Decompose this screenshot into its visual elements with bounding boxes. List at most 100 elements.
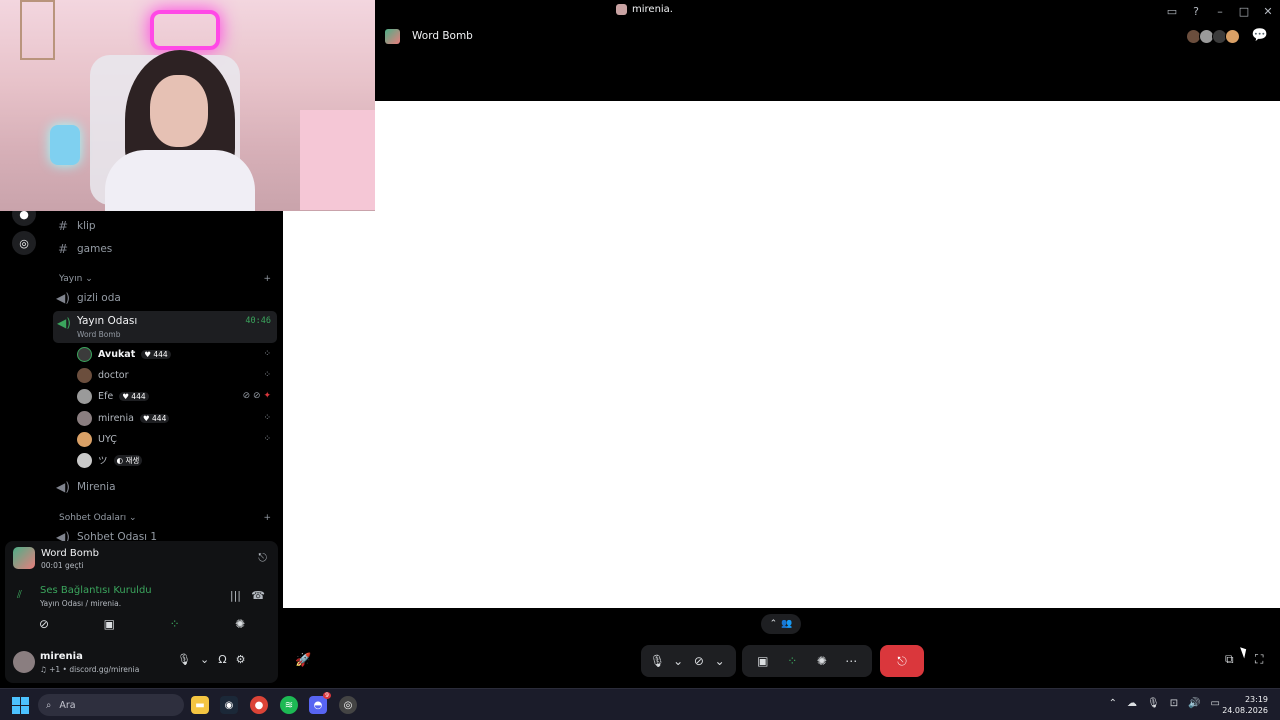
voice-status-text: Ses Bağlantısı Kuruldu bbox=[40, 585, 152, 596]
speaker-icon: ◀) bbox=[56, 480, 70, 494]
file-explorer-icon[interactable]: ▬ bbox=[191, 696, 209, 714]
user-name[interactable]: mirenia bbox=[40, 651, 83, 662]
voice-panel: Word Bomb 00:01 geçti ⎋ ⫽ Ses Bağlantısı… bbox=[5, 541, 278, 683]
hash-icon: # bbox=[57, 242, 69, 256]
activity-icon[interactable]: ⁘ bbox=[158, 613, 192, 635]
voice-channel-sohbet-1[interactable]: ◀) Sohbet Odası 1 bbox=[54, 526, 276, 541]
leave-activity-icon[interactable]: ⎋ bbox=[258, 551, 267, 565]
voice-member[interactable]: Efe ♥ 444 ⊘ ⊘ ✦ bbox=[77, 386, 273, 406]
voice-channel-gizli[interactable]: ◀) gizli oda bbox=[54, 287, 276, 309]
activity-frame[interactable] bbox=[283, 101, 1280, 608]
more-icon[interactable]: ⋯ bbox=[838, 654, 864, 668]
minimize-icon[interactable]: – bbox=[1208, 0, 1232, 22]
chevron-down-icon[interactable]: ⌄ bbox=[200, 653, 209, 666]
chevron-down-icon: ⌄ bbox=[85, 274, 93, 284]
add-channel-icon[interactable]: + bbox=[263, 513, 271, 523]
chevron-down-icon[interactable]: ⌄ bbox=[709, 654, 730, 668]
close-icon[interactable]: ✕ bbox=[1256, 0, 1280, 22]
microphone-icon[interactable]: 🎙 bbox=[647, 654, 668, 668]
activity-icon: ⁘ bbox=[263, 349, 271, 359]
window-title: mirenia. bbox=[616, 4, 673, 15]
fullscreen-icon[interactable]: ⛶ bbox=[1255, 652, 1263, 667]
wall-frame bbox=[20, 0, 55, 60]
voice-member[interactable]: mirenia ♥ 444 ⁘ bbox=[77, 408, 273, 428]
voice-member[interactable]: UYÇ ⁘ bbox=[77, 429, 273, 449]
app-icon[interactable]: ◎ bbox=[339, 696, 357, 714]
screen-share-icon[interactable]: ▣ bbox=[92, 613, 126, 635]
chat-bubble-icon[interactable]: 💬 bbox=[1252, 28, 1268, 43]
microphone-icon[interactable]: 🎙 bbox=[177, 653, 191, 666]
discord-window: mirenia. ▭ ? – □ ✕ ● ◎ # klip # games Ya… bbox=[0, 0, 1280, 720]
category-label: Sohbet Odaları bbox=[59, 513, 127, 523]
settings-gear-icon[interactable]: ⚙ bbox=[236, 653, 246, 666]
bed bbox=[300, 110, 375, 210]
rocket-icon[interactable]: 🚀 bbox=[295, 653, 311, 668]
leave-call-button[interactable]: ⎋ bbox=[880, 645, 924, 677]
popout-icon[interactable]: ⧉ bbox=[1225, 652, 1234, 667]
neon-sign bbox=[150, 10, 220, 50]
voice-channel-active[interactable]: ◀) Yayın Odası Word Bomb 40:46 bbox=[53, 311, 277, 343]
channel-activity: Word Bomb bbox=[77, 330, 121, 339]
channel-games[interactable]: # games bbox=[54, 238, 276, 260]
soundboard-icon[interactable]: ✺ bbox=[809, 654, 835, 668]
avatar bbox=[77, 410, 92, 426]
avatar bbox=[77, 346, 92, 362]
screen-share-icon[interactable]: ▣ bbox=[750, 654, 776, 668]
voice-location[interactable]: Yayın Odası / mirenia. bbox=[40, 599, 121, 608]
category-yayin[interactable]: Yayın ⌄ + bbox=[59, 274, 271, 284]
channel-list: # klip # games Yayın ⌄ + ◀) gizli oda ◀)… bbox=[48, 211, 283, 541]
maximize-icon[interactable]: □ bbox=[1232, 0, 1256, 22]
help-icon[interactable]: ? bbox=[1184, 0, 1208, 22]
speaker-icon: ◀) bbox=[56, 291, 70, 305]
channel-timer: 40:46 bbox=[245, 316, 271, 326]
chevron-down-icon: ⌄ bbox=[128, 513, 137, 523]
avatar bbox=[1225, 29, 1240, 44]
chevron-down-icon[interactable]: ⌄ bbox=[668, 654, 689, 668]
voice-member[interactable]: ツ ◐ 재생 bbox=[77, 450, 273, 470]
participant-avatars[interactable] bbox=[1186, 29, 1240, 44]
avatar bbox=[77, 388, 92, 404]
inbox-icon[interactable]: ▭ bbox=[1160, 0, 1184, 22]
avatar[interactable] bbox=[13, 651, 35, 673]
channel-label: Mirenia bbox=[77, 481, 116, 493]
taskbar-search[interactable]: ⌕ Ara bbox=[38, 694, 184, 716]
voice-channel-mirenia[interactable]: ◀) Mirenia bbox=[54, 476, 276, 498]
noise-suppression-icon[interactable]: ||| bbox=[230, 589, 241, 602]
steam-icon[interactable]: ◉ bbox=[220, 696, 238, 714]
camera-off-icon[interactable]: ⊘ bbox=[27, 613, 61, 635]
network-icon[interactable]: ⊡ bbox=[1170, 698, 1178, 709]
voice-member[interactable]: doctor ⁘ bbox=[77, 365, 273, 385]
voice-connection: ⫽ Ses Bağlantısı Kuruldu Yayın Odası / m… bbox=[13, 583, 271, 613]
word-bomb-icon bbox=[13, 547, 35, 569]
start-button[interactable] bbox=[12, 697, 29, 714]
avatar bbox=[77, 452, 92, 468]
activity-icon[interactable]: ⁘ bbox=[779, 654, 805, 668]
battery-icon[interactable]: ▭ bbox=[1211, 698, 1220, 709]
disconnect-icon[interactable]: ☎ bbox=[251, 589, 265, 602]
volume-icon[interactable]: 🔊 bbox=[1188, 698, 1200, 709]
add-channel-icon[interactable]: + bbox=[263, 274, 271, 284]
discover-icon[interactable]: ◎ bbox=[12, 231, 36, 255]
headphones-icon[interactable]: Ω bbox=[218, 653, 226, 666]
clock-time: 23:19 bbox=[1244, 695, 1268, 704]
cloud-icon[interactable]: ☁ bbox=[1127, 698, 1137, 709]
spotify-icon[interactable]: ≋ bbox=[280, 696, 298, 714]
voice-member[interactable]: Avukat ♥ 444 ⁘ bbox=[77, 344, 273, 364]
member-badge: ◐ 재생 bbox=[113, 454, 143, 466]
signal-icon[interactable]: ⫽ bbox=[17, 588, 22, 602]
camera-off-icon[interactable]: ⊘ bbox=[689, 654, 710, 668]
discord-icon[interactable]: ◓ 9 bbox=[309, 692, 331, 714]
taskbar-clock[interactable]: 23:19 24.08.2026 bbox=[1222, 694, 1268, 716]
chevron-up-icon[interactable]: ⌃ bbox=[1109, 698, 1117, 709]
channel-klip[interactable]: # klip bbox=[54, 215, 276, 237]
category-sohbet[interactable]: Sohbet Odaları ⌄ + bbox=[59, 513, 271, 523]
streamer-face bbox=[150, 75, 208, 147]
microphone-icon[interactable]: 🎙 bbox=[1147, 698, 1160, 709]
category-label: Yayın bbox=[59, 274, 83, 284]
voice-panel-buttons: ⊘ ▣ ⁘ ✺ bbox=[13, 613, 271, 639]
chrome-icon[interactable]: ● bbox=[250, 696, 268, 714]
notification-badge: 9 bbox=[323, 692, 331, 699]
expand-participants-button[interactable]: ⌃ 👥 bbox=[761, 614, 801, 634]
soundboard-icon[interactable]: ✺ bbox=[223, 613, 257, 635]
phone-leave-icon: ⎋ bbox=[897, 653, 907, 668]
